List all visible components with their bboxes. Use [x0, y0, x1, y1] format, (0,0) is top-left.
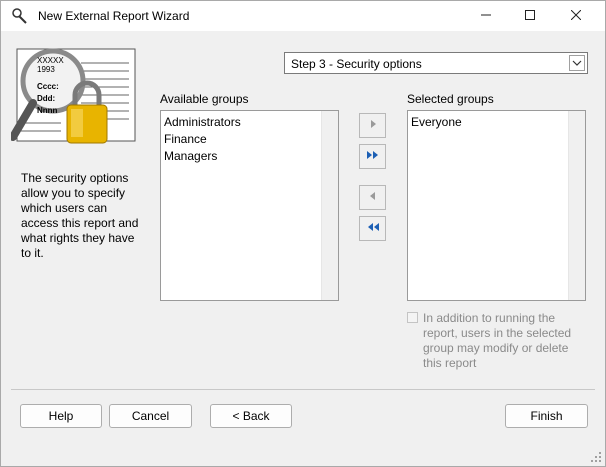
list-item[interactable]: Finance [164, 131, 338, 148]
help-button[interactable]: Help [20, 404, 102, 428]
list-item[interactable]: Managers [164, 148, 338, 165]
add-button[interactable] [359, 113, 386, 138]
wizard-wand-icon [11, 8, 29, 24]
doc-line: 1993 [37, 65, 55, 74]
doc-line: Ddd: [37, 94, 55, 103]
minimize-button[interactable] [463, 1, 509, 31]
list-item[interactable]: Everyone [411, 114, 585, 131]
maximize-icon [525, 9, 535, 23]
footer-divider [11, 389, 595, 390]
minimize-icon [481, 9, 491, 23]
modify-option-label: In addition to running the report, users… [423, 311, 572, 370]
wizard-window: New External Report Wizard XXXXX 1993 Cc… [0, 0, 606, 467]
resize-grip-icon[interactable] [590, 451, 602, 463]
step-select-value: Step 3 - Security options [291, 57, 422, 71]
status-bar [1, 436, 605, 466]
window-title: New External Report Wizard [38, 9, 190, 23]
double-arrow-right-icon [365, 149, 381, 164]
close-icon [570, 9, 582, 23]
remove-button[interactable] [359, 185, 386, 210]
arrow-right-icon [367, 118, 379, 133]
available-groups-label: Available groups [160, 92, 249, 106]
cancel-button[interactable]: Cancel [109, 404, 192, 428]
arrow-left-icon [367, 190, 379, 205]
chevron-down-icon[interactable] [569, 55, 585, 71]
doc-line: Cccc: [37, 82, 59, 91]
scrollbar[interactable] [568, 111, 585, 300]
list-item[interactable]: Administrators [164, 114, 338, 131]
finish-button[interactable]: Finish [505, 404, 588, 428]
maximize-button[interactable] [507, 1, 553, 31]
remove-all-button[interactable] [359, 216, 386, 241]
step-select[interactable]: Step 3 - Security options [284, 52, 588, 74]
close-button[interactable] [553, 1, 599, 31]
available-groups-list[interactable]: Administrators Finance Managers [160, 110, 339, 301]
doc-line: XXXXX [37, 56, 64, 65]
double-arrow-left-icon [365, 221, 381, 236]
doc-line: Nnnn [37, 106, 58, 115]
title-bar[interactable]: New External Report Wizard [1, 1, 605, 31]
back-button[interactable]: < Back [210, 404, 292, 428]
add-all-button[interactable] [359, 144, 386, 169]
report-magnifier-lock-icon: XXXXX 1993 Cccc: Ddd: Nnnn [9, 45, 141, 157]
selected-groups-label: Selected groups [407, 92, 494, 106]
scrollbar[interactable] [321, 111, 338, 300]
description-text: The security options allow you to specif… [21, 171, 139, 260]
modify-checkbox[interactable] [407, 312, 418, 323]
selected-groups-list[interactable]: Everyone [407, 110, 586, 301]
